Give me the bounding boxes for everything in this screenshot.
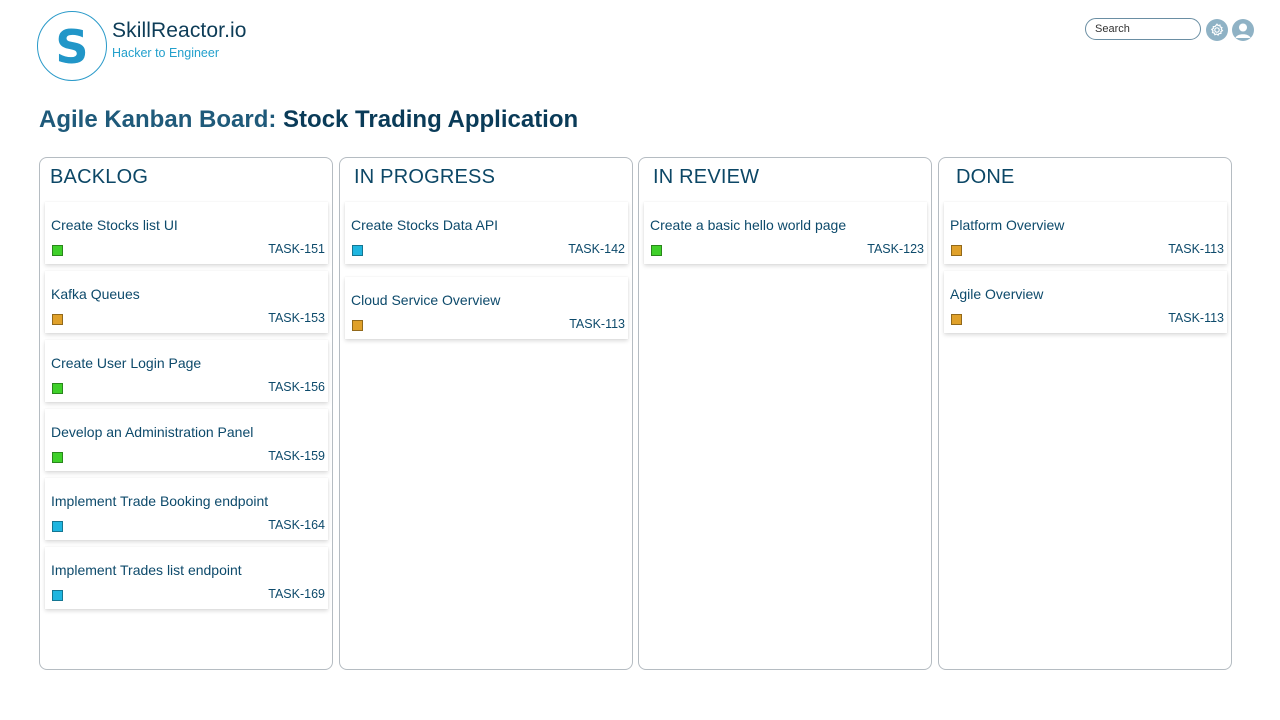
task-card[interactable]: Platform Overview TASK-113	[944, 202, 1227, 264]
task-label-green	[52, 452, 63, 463]
user-avatar-glyph	[1235, 23, 1251, 38]
column-in-progress: IN PROGRESS Create Stocks Data API TASK-14…	[339, 157, 633, 670]
logo[interactable]: S	[37, 11, 107, 81]
column-backlog: BACKLOG Create Stocks list UI TASK-151 Kafk…	[39, 157, 333, 670]
task-label-blue	[52, 590, 63, 601]
column-title: DONE	[956, 166, 1015, 188]
search-input[interactable]	[1085, 18, 1201, 40]
task-id: TASK-113	[569, 317, 625, 331]
task-card[interactable]: Create User Login Page TASK-156	[45, 340, 328, 402]
task-label-blue	[352, 245, 363, 256]
task-card[interactable]: Cloud Service Overview TASK-113	[345, 277, 628, 339]
project-name: Stock Trading Application	[283, 106, 579, 133]
task-card[interactable]: Create Stocks Data API TASK-142	[345, 202, 628, 264]
task-title: Platform Overview	[950, 217, 1065, 233]
task-card[interactable]: Implement Trade Booking endpoint TASK-164	[45, 478, 328, 540]
logo-letter: S	[55, 20, 89, 74]
task-id: TASK-151	[268, 242, 325, 256]
task-label-green	[52, 383, 63, 394]
task-card[interactable]: Create Stocks list UI TASK-151	[45, 202, 328, 264]
column-in-review: IN REVIEW Create a basic hello world page…	[638, 157, 932, 670]
gear-icon-glyph	[1210, 23, 1224, 36]
task-title: Create Stocks Data API	[351, 217, 499, 233]
task-id: TASK-153	[268, 311, 325, 325]
task-id: TASK-113	[1168, 311, 1224, 325]
task-title: Implement Trades list endpoint	[51, 562, 242, 578]
task-title: Develop an Administration Panel	[51, 424, 254, 440]
task-id: TASK-169	[268, 587, 325, 601]
task-id: TASK-159	[268, 449, 325, 463]
task-card[interactable]: Develop an Administration Panel TASK-159	[45, 409, 328, 471]
task-title: Create Stocks list UI	[51, 217, 178, 233]
task-label-green	[52, 245, 63, 256]
task-card[interactable]: Implement Trades list endpoint TASK-169	[45, 547, 328, 609]
brand-tagline: Hacker to Engineer	[112, 46, 220, 60]
page-title-prefix: Agile Kanban Board:	[39, 106, 284, 133]
task-title: Cloud Service Overview	[351, 292, 501, 308]
column-done: DONE Platform Overview TASK-113 Agile Overv…	[938, 157, 1232, 670]
task-label-orange	[352, 320, 363, 331]
page-title: Agile Kanban Board: Stock Trading Applic…	[39, 106, 578, 134]
task-title: Create User Login Page	[51, 355, 202, 371]
task-title: Kafka Queues	[51, 286, 140, 302]
column-title: BACKLOG	[50, 166, 149, 188]
task-card[interactable]: Agile Overview TASK-113	[944, 271, 1227, 333]
task-label-blue	[52, 521, 63, 532]
task-card[interactable]: Kafka Queues TASK-153	[45, 271, 328, 333]
task-title: Implement Trade Booking endpoint	[51, 493, 269, 509]
task-label-orange	[52, 314, 63, 325]
task-card[interactable]: Create a basic hello world page TASK-123	[644, 202, 927, 264]
task-id: TASK-164	[268, 518, 325, 532]
task-label-orange	[951, 314, 962, 325]
task-id: TASK-142	[568, 242, 625, 256]
user-avatar-icon[interactable]	[1232, 19, 1254, 41]
task-id: TASK-123	[867, 242, 924, 256]
task-title: Agile Overview	[950, 286, 1044, 302]
column-title: IN REVIEW	[653, 166, 760, 188]
brand-name: SkillReactor.io	[112, 19, 247, 42]
task-label-orange	[951, 245, 962, 256]
task-id: TASK-113	[1168, 242, 1224, 256]
gear-icon[interactable]	[1206, 19, 1228, 41]
task-title: Create a basic hello world page	[650, 217, 847, 233]
column-title: IN PROGRESS	[354, 166, 496, 188]
task-id: TASK-156	[268, 380, 325, 394]
task-label-green	[651, 245, 662, 256]
